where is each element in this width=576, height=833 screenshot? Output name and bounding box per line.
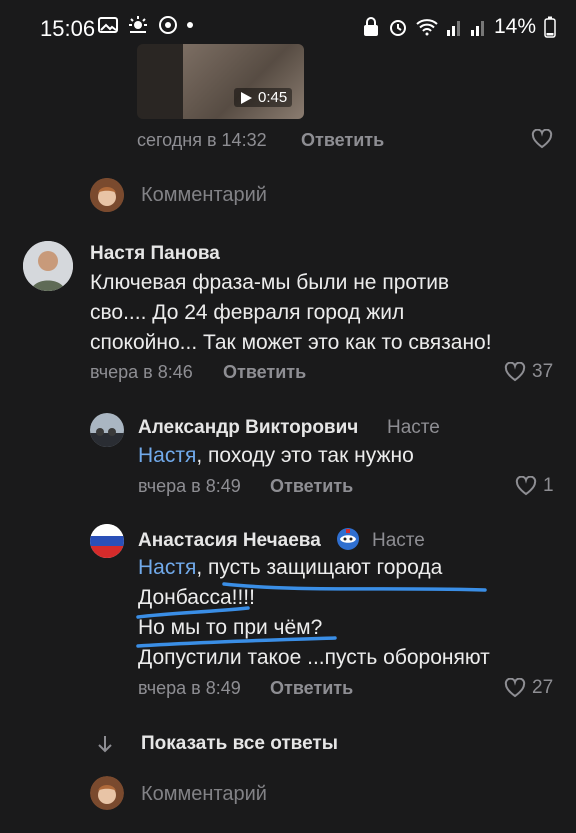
reply-date: вчера в 8:49 bbox=[138, 678, 241, 698]
gallery-icon bbox=[98, 17, 118, 33]
heart-icon bbox=[515, 476, 537, 496]
comment-text: Ключевая фраза-мы были не против сво....… bbox=[90, 268, 560, 358]
status-time: 15:06 bbox=[40, 16, 96, 41]
heart-icon bbox=[504, 678, 526, 698]
top-reply-button[interactable]: Ответить bbox=[301, 130, 384, 151]
reply-author-avatar[interactable] bbox=[90, 524, 124, 558]
author-avatar[interactable] bbox=[23, 241, 73, 291]
wifi-icon bbox=[416, 19, 438, 36]
comment-input[interactable]: Комментарий bbox=[141, 184, 267, 207]
alarm-icon bbox=[389, 20, 406, 36]
top-comment-date: сегодня в 14:32 bbox=[137, 130, 267, 150]
reply-like-button[interactable]: 27 bbox=[504, 677, 553, 699]
video-thumbnail[interactable] bbox=[137, 44, 304, 119]
person-photo bbox=[23, 241, 73, 291]
like-count: 1 bbox=[543, 475, 554, 496]
video-duration: 0:45 bbox=[258, 89, 288, 106]
my-avatar bbox=[90, 776, 124, 810]
reply-text: Настя, походу это так нужно bbox=[138, 441, 414, 471]
reply-to: Насте bbox=[372, 530, 425, 551]
like-count: 37 bbox=[532, 361, 554, 382]
video-duration-badge: 0:45 bbox=[234, 88, 293, 107]
video-frame bbox=[183, 44, 304, 119]
mask-emoji-icon bbox=[337, 528, 359, 550]
battery-percent: 14% bbox=[493, 15, 536, 38]
play-icon bbox=[241, 91, 252, 104]
group-photo bbox=[90, 413, 124, 447]
comment-input[interactable]: Комментарий bbox=[141, 783, 267, 806]
battery-icon bbox=[544, 16, 556, 38]
face-icon bbox=[90, 776, 124, 810]
comment-author[interactable]: Настя Панова bbox=[90, 243, 220, 265]
comment-reply-button[interactable]: Ответить bbox=[223, 362, 306, 383]
reply-body: , походу это так нужно bbox=[196, 444, 414, 467]
heart-icon bbox=[504, 362, 526, 382]
comment-line: Ключевая фраза-мы были не против bbox=[90, 271, 450, 294]
lock-icon bbox=[363, 17, 378, 36]
mention-link[interactable]: Настя bbox=[138, 444, 196, 467]
highlight-underlines bbox=[136, 582, 487, 648]
dot-icon bbox=[187, 22, 193, 28]
face-icon bbox=[90, 178, 124, 212]
comment-line: сво.... До 24 февраля город жил bbox=[90, 301, 405, 324]
heart-icon[interactable] bbox=[531, 129, 553, 149]
my-avatar bbox=[90, 178, 124, 212]
reply-reply-button[interactable]: Ответить bbox=[270, 678, 353, 699]
show-all-replies-button[interactable]: Показать все ответы bbox=[141, 733, 338, 755]
reply-date: вчера в 8:49 bbox=[138, 476, 241, 496]
arrow-down-icon bbox=[98, 736, 112, 753]
reply-author-avatar[interactable] bbox=[90, 413, 124, 447]
comment-date: вчера в 8:46 bbox=[90, 362, 193, 382]
reply-author[interactable]: Александр Викторович bbox=[138, 417, 358, 439]
sync-icon bbox=[159, 16, 177, 34]
like-count: 27 bbox=[532, 677, 554, 698]
signal-2-icon bbox=[470, 21, 484, 36]
reply-reply-button[interactable]: Ответить bbox=[270, 476, 353, 497]
weather-icon bbox=[129, 16, 147, 33]
reply-author[interactable]: Анастасия Нечаева bbox=[138, 530, 321, 552]
reply-like-button[interactable]: 1 bbox=[515, 475, 554, 497]
comment-like-button[interactable]: 37 bbox=[504, 361, 553, 383]
signal-icon bbox=[446, 21, 460, 36]
comment-line: спокойно... Так может это как то связано… bbox=[90, 331, 492, 354]
reply-to: Насте bbox=[387, 417, 440, 438]
flag-avatar bbox=[90, 524, 124, 558]
